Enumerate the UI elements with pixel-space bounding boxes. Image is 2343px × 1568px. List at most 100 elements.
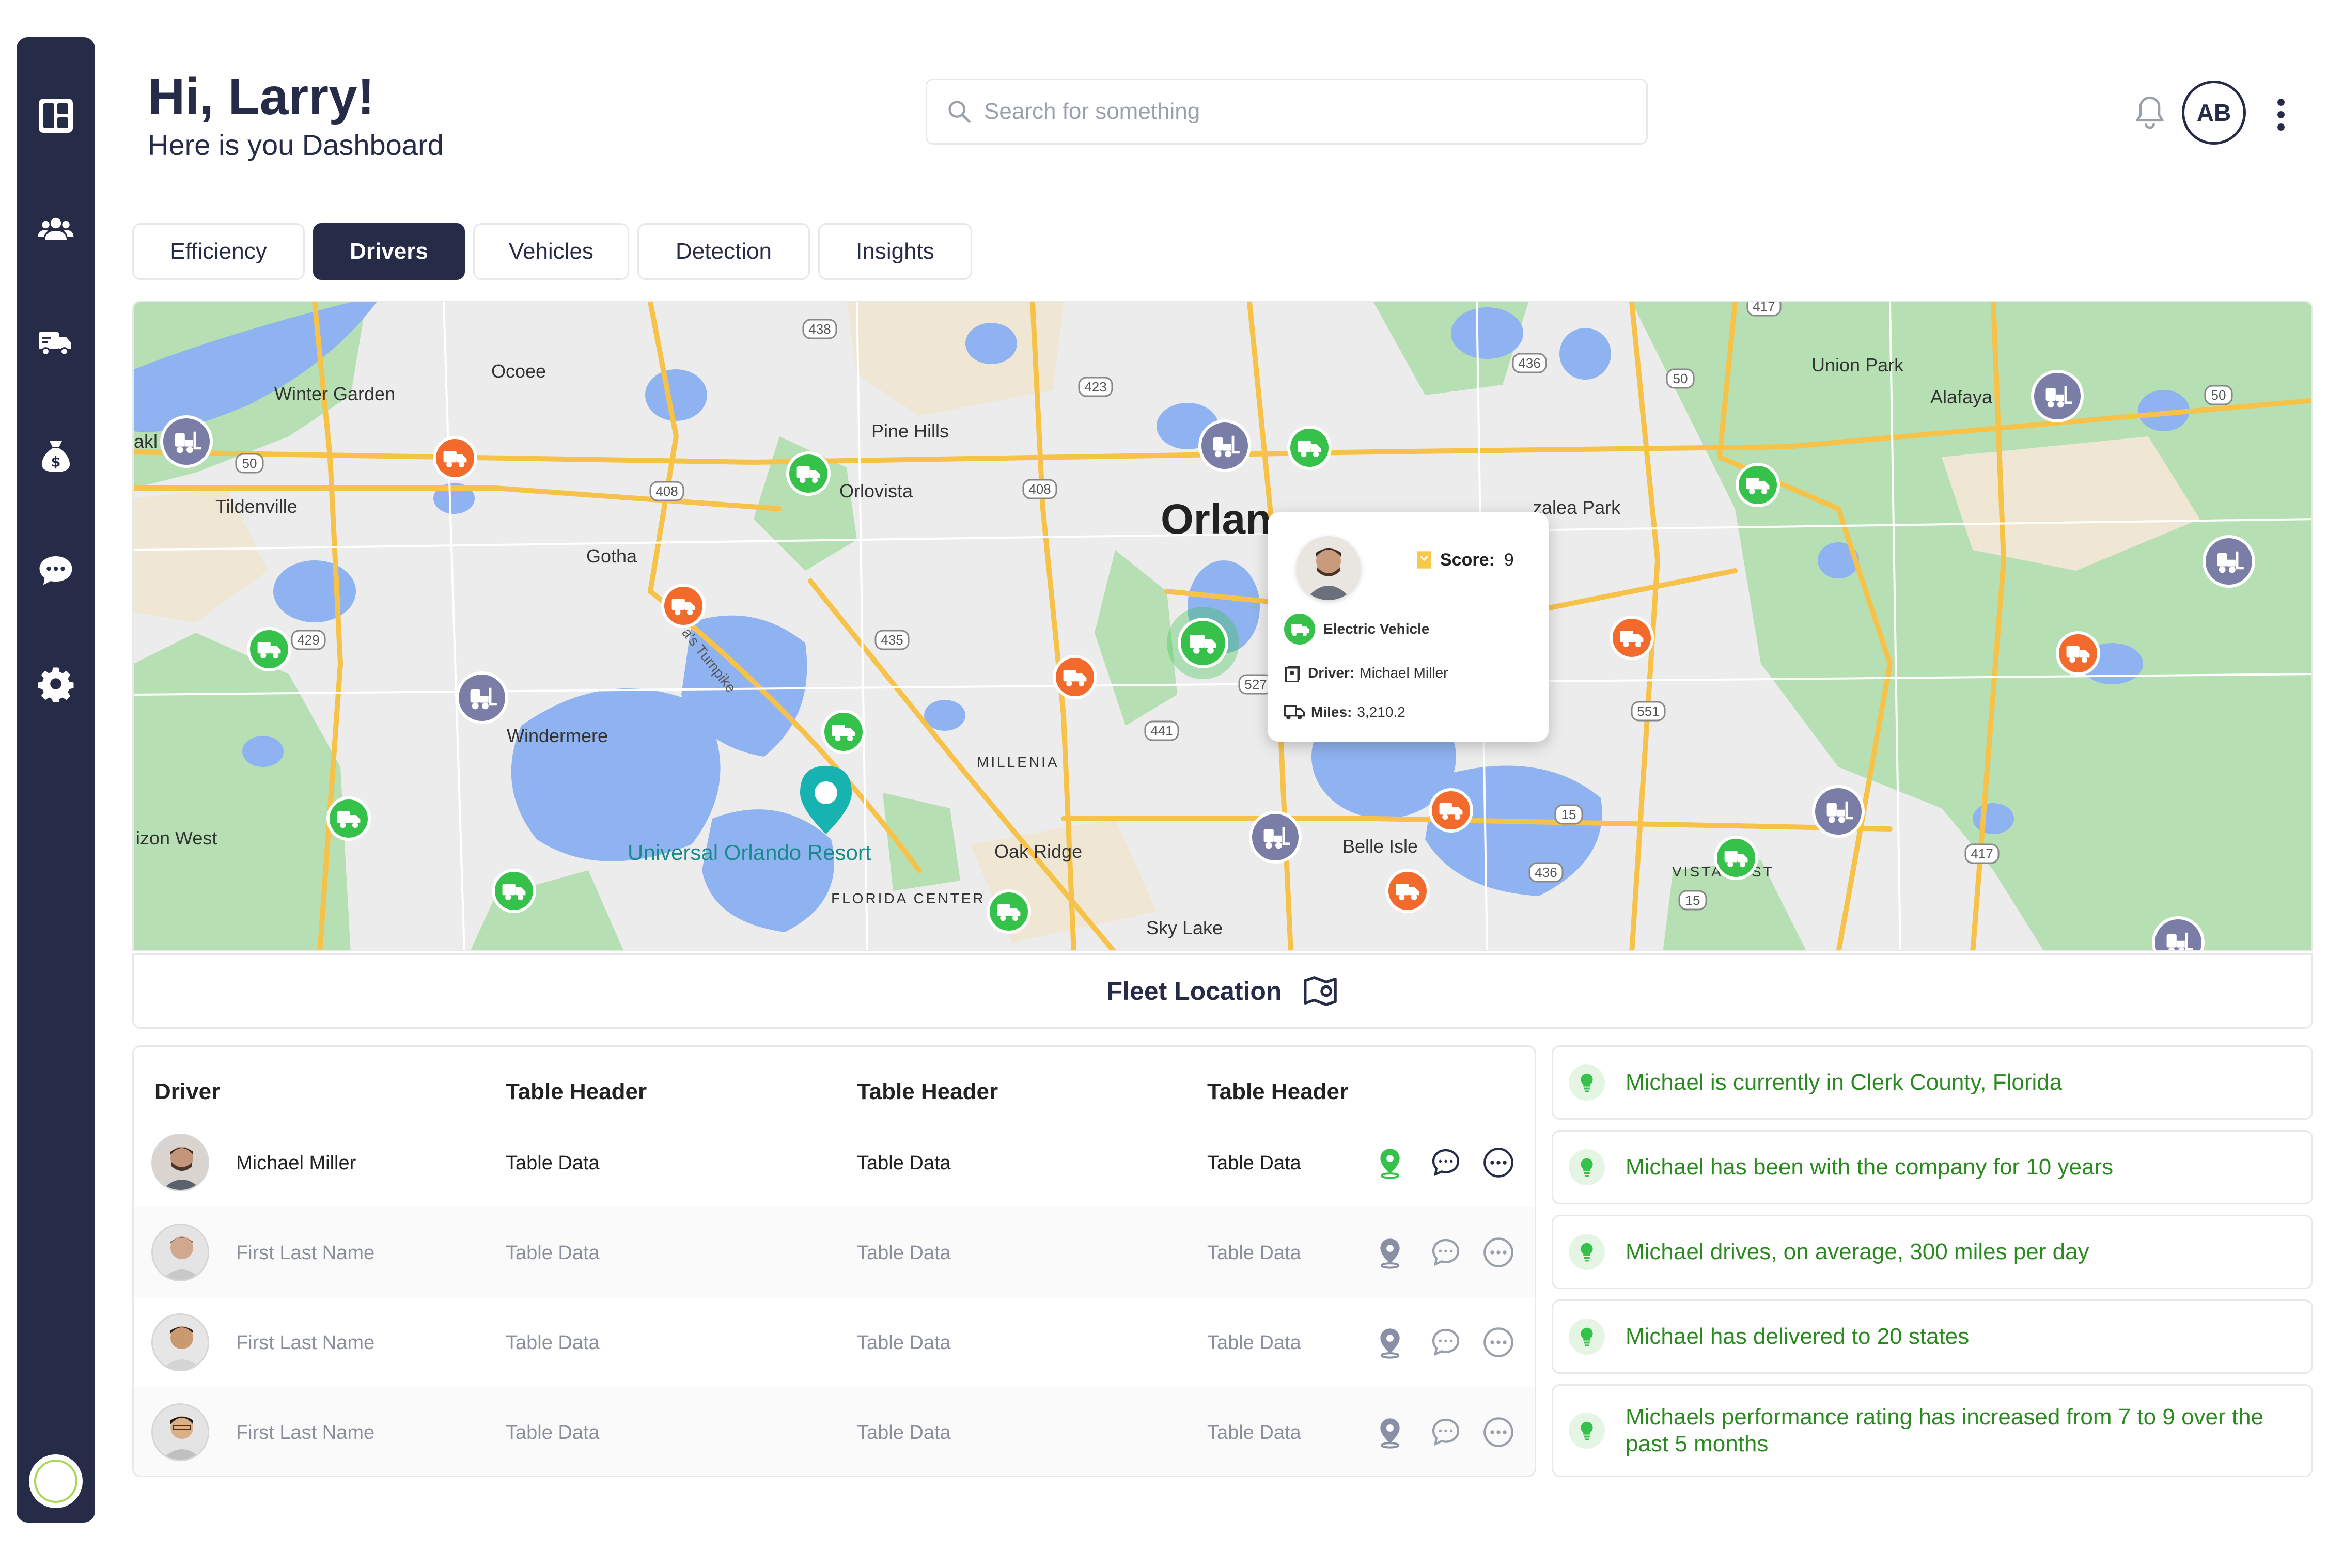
vehicle-marker-active[interactable]	[247, 627, 291, 671]
driver-name[interactable]: Michael Miller	[236, 1152, 356, 1174]
table-row[interactable]: First Last Name Table Data Table Data Ta…	[134, 1387, 1535, 1476]
table-header[interactable]: Table Header	[857, 1079, 998, 1105]
status-ring[interactable]	[29, 1454, 83, 1508]
vehicle-marker-active[interactable]	[821, 710, 866, 754]
users-icon[interactable]	[37, 211, 74, 248]
chat-bubble-icon[interactable]	[1429, 1326, 1462, 1359]
money-bag-icon[interactable]: $	[37, 438, 74, 475]
svg-text:15: 15	[1561, 807, 1576, 822]
location-pin-icon[interactable]	[1373, 1326, 1407, 1359]
insight-card[interactable]: Michael drives, on average, 300 miles pe…	[1552, 1215, 2313, 1289]
dashboard-icon[interactable]	[37, 97, 74, 134]
table-row[interactable]: First Last Name Table Data Table Data Ta…	[134, 1207, 1535, 1297]
lightbulb-icon	[1569, 1064, 1605, 1101]
vehicle-marker-alert[interactable]	[1429, 788, 1473, 833]
more-options-icon[interactable]	[1482, 1236, 1515, 1269]
vehicle-marker-active[interactable]	[1736, 463, 1780, 507]
route-shield: 438	[802, 319, 837, 339]
table-cell: Table Data	[506, 1332, 600, 1354]
table-row[interactable]: First Last Name Table Data Table Data Ta…	[134, 1297, 1535, 1387]
tab-efficiency[interactable]: Efficiency	[132, 223, 305, 280]
search-bar[interactable]	[926, 79, 1648, 145]
drivers-table: Driver Table Header Table Header Table H…	[132, 1045, 1536, 1477]
table-row[interactable]: Michael Miller Table Data Table Data Tab…	[134, 1117, 1535, 1207]
table-header-driver[interactable]: Driver	[154, 1079, 220, 1105]
driver-name[interactable]: First Last Name	[236, 1332, 374, 1354]
search-input[interactable]	[984, 99, 1604, 124]
driver-avatar	[151, 1224, 209, 1281]
vehicle-marker-idle[interactable]	[1198, 419, 1251, 472]
fleet-location-bar[interactable]: Fleet Location	[132, 953, 2313, 1029]
more-options-icon[interactable]	[1482, 1326, 1515, 1359]
more-options-icon[interactable]	[1482, 1146, 1515, 1179]
insight-text: Michael drives, on average, 300 miles pe…	[1626, 1239, 2089, 1264]
location-pin-icon[interactable]	[1373, 1416, 1407, 1449]
truck-icon[interactable]	[37, 324, 74, 362]
more-vertical-icon[interactable]	[2275, 98, 2287, 131]
id-card-icon	[1285, 666, 1300, 682]
vehicle-marker-idle[interactable]	[2031, 370, 2084, 422]
fleet-map[interactable]: Winter Garden Ocoee Pine Hills Orlovista…	[132, 301, 2313, 951]
chat-icon[interactable]	[37, 552, 74, 589]
insight-card[interactable]: Michael has delivered to 20 states	[1552, 1299, 2313, 1374]
vehicle-marker-idle[interactable]	[1249, 811, 1302, 864]
vehicle-marker-idle[interactable]	[1812, 785, 1865, 838]
vehicle-marker-idle[interactable]	[2203, 535, 2255, 588]
user-avatar[interactable]: AB	[2182, 81, 2246, 145]
vehicle-marker-active[interactable]	[326, 796, 371, 841]
vehicle-marker-idle[interactable]	[456, 671, 508, 724]
vehicle-marker-active[interactable]	[987, 889, 1031, 934]
vehicle-marker-alert[interactable]	[1385, 869, 1430, 913]
route-shield: 423	[1078, 377, 1113, 397]
driver-popup[interactable]: Score: 9 Electric Vehicle Driver: Michae…	[1268, 512, 1549, 742]
vehicle-marker-idle[interactable]	[160, 415, 213, 468]
vehicle-marker-active[interactable]	[786, 451, 831, 496]
map-label: Oak Ridge	[994, 841, 1082, 862]
vehicle-marker-active[interactable]	[492, 869, 536, 913]
route-shield: 15	[1678, 890, 1707, 911]
insight-card[interactable]: Michael is currently in Clerk County, Fl…	[1552, 1045, 2313, 1120]
table-header[interactable]: Table Header	[1207, 1079, 1348, 1105]
map-canvas[interactable]: Winter Garden Ocoee Pine Hills Orlovista…	[134, 302, 2313, 951]
map-label: Tildenville	[215, 496, 298, 517]
tab-drivers[interactable]: Drivers	[313, 223, 465, 280]
chat-bubble-icon[interactable]	[1429, 1146, 1462, 1179]
fleet-location-label: Fleet Location	[1106, 977, 1282, 1006]
chat-bubble-icon[interactable]	[1429, 1236, 1462, 1269]
table-header[interactable]: Table Header	[506, 1079, 647, 1105]
vehicle-marker-selected[interactable]	[1167, 607, 1239, 679]
tab-insights[interactable]: Insights	[818, 223, 972, 280]
map-label: Ocoee	[491, 360, 546, 382]
chat-bubble-icon[interactable]	[1429, 1416, 1462, 1449]
table-cell: Table Data	[506, 1242, 600, 1264]
svg-text:50: 50	[242, 456, 257, 471]
vehicle-marker-alert[interactable]	[2056, 631, 2100, 676]
tab-detection[interactable]: Detection	[637, 223, 810, 280]
driver-name[interactable]: First Last Name	[236, 1422, 374, 1444]
vehicle-marker-active[interactable]	[1714, 836, 1758, 880]
vehicle-marker-idle[interactable]	[2152, 916, 2205, 951]
tab-vehicles[interactable]: Vehicles	[473, 223, 629, 280]
table-cell: Table Data	[506, 1422, 600, 1444]
map-label: Orlan	[1161, 496, 1271, 543]
svg-text:417: 417	[1753, 302, 1775, 314]
bookmark-icon	[1417, 551, 1431, 569]
vehicle-marker-alert[interactable]	[433, 436, 477, 480]
insight-card[interactable]: Michael has been with the company for 10…	[1552, 1130, 2313, 1204]
route-shield: 441	[1144, 720, 1179, 741]
vehicle-marker-alert[interactable]	[661, 584, 706, 628]
vehicle-marker-alert[interactable]	[1053, 655, 1097, 699]
gear-icon[interactable]	[37, 665, 74, 702]
svg-text:441: 441	[1150, 723, 1173, 739]
bell-icon[interactable]	[2133, 95, 2166, 132]
driver-name[interactable]: First Last Name	[236, 1242, 374, 1264]
vehicle-marker-active[interactable]	[1287, 426, 1332, 470]
route-shield: 417	[1746, 302, 1782, 317]
location-pin-icon[interactable]	[1373, 1146, 1407, 1179]
more-options-icon[interactable]	[1482, 1416, 1515, 1449]
table-cell: Table Data	[1207, 1332, 1301, 1354]
insight-card[interactable]: Michaels performance rating has increase…	[1552, 1384, 2313, 1477]
location-pin-icon[interactable]	[1373, 1236, 1407, 1269]
vehicle-marker-alert[interactable]	[1610, 616, 1654, 660]
table-cell: Table Data	[1207, 1242, 1301, 1264]
